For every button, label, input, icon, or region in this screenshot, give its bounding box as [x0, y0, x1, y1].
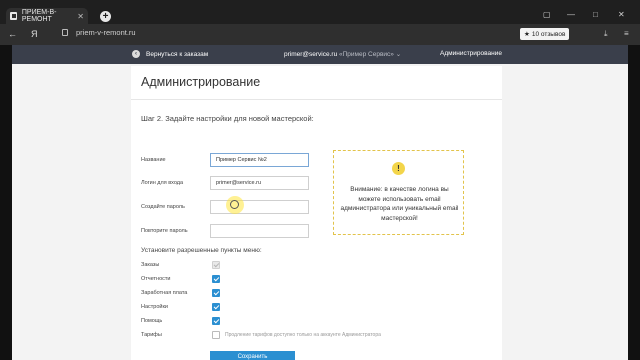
yandex-logo-icon[interactable]: Я: [31, 29, 38, 39]
login-label: Логин для входа: [141, 180, 184, 186]
warning-icon: !: [392, 162, 405, 175]
step-heading: Шаг 2. Задайте настройки для новой масте…: [141, 114, 314, 123]
url-field[interactable]: priem-v-remont.ru: [62, 28, 136, 37]
help-checkbox[interactable]: [212, 317, 220, 325]
back-arrow-icon[interactable]: ←: [8, 29, 17, 39]
left-frame: [0, 45, 12, 360]
user-account-menu[interactable]: primer@service.ru «Пример Сервис» ⌄: [284, 50, 401, 58]
top-navigation: ‹ Вернуться к заказам primer@service.ru …: [12, 45, 628, 64]
lock-icon: [62, 29, 68, 36]
settings-checkbox[interactable]: [212, 303, 220, 311]
repeat-password-input[interactable]: [210, 224, 309, 238]
back-to-orders-label: Вернуться к заказам: [146, 50, 209, 58]
reviews-badge[interactable]: ★ 10 отзывов: [520, 28, 570, 40]
page-title: Администрирование: [141, 75, 261, 89]
menu-item-label: Отчетности: [141, 276, 171, 282]
menu-icon[interactable]: ≡: [624, 29, 629, 38]
url-text: priem-v-remont.ru: [76, 28, 136, 37]
tariffs-note: Продление тарифов доступно только на акк…: [225, 332, 381, 338]
site-favicon-icon: [10, 12, 17, 20]
user-email: primer@service.ru: [284, 51, 338, 58]
chevron-left-icon: ‹: [132, 50, 140, 58]
tariffs-checkbox: [212, 331, 220, 339]
workshop-name-input[interactable]: [210, 153, 309, 167]
page: ‹ Вернуться к заказам primer@service.ru …: [0, 45, 640, 360]
menu-item-label: Заработная плата: [141, 290, 188, 296]
right-frame: [628, 45, 640, 360]
browser-tab-bar: ПРИЕМ-В-РЕМОНТ ✕ + ▢ — □ ✕: [0, 0, 640, 24]
menu-item-label: Помощь: [141, 318, 163, 324]
tab-title: ПРИЕМ-В-РЕМОНТ: [21, 9, 57, 23]
repeat-password-label: Повторите пароль: [141, 228, 188, 234]
hint-text: Внимание: в качестве логина вы можете ис…: [340, 186, 459, 222]
downloads-icon[interactable]: ⤓: [604, 29, 608, 39]
save-button[interactable]: Сохранить: [210, 351, 295, 360]
address-bar: ← Я priem-v-remont.ru ★ 10 отзывов ⤓ ≡: [0, 24, 640, 45]
card-header: Администрирование: [131, 66, 502, 100]
menu-item-label: Заказы: [141, 262, 160, 268]
service-name: «Пример Сервис»: [339, 51, 394, 58]
browser-tab[interactable]: ПРИЕМ-В-РЕМОНТ ✕: [6, 8, 88, 24]
password-input[interactable]: [210, 200, 309, 214]
close-window-button[interactable]: ✕: [618, 10, 625, 19]
login-hint-box: ! Внимание: в качестве логина вы можете …: [333, 150, 464, 235]
salary-checkbox[interactable]: [212, 289, 220, 297]
reports-checkbox[interactable]: [212, 275, 220, 283]
nav-administration-link[interactable]: Администрирование: [440, 50, 502, 57]
tab-close-icon[interactable]: ✕: [77, 12, 84, 21]
admin-card: Администрирование Шаг 2. Задайте настрой…: [131, 66, 502, 360]
mouse-cursor-icon: [230, 200, 239, 209]
chevron-down-icon: ⌄: [395, 51, 402, 58]
star-icon: ★: [524, 31, 530, 38]
maximize-button[interactable]: □: [593, 10, 598, 19]
reviews-label: 10 отзывов: [531, 30, 566, 38]
window-copy-icon[interactable]: ▢: [543, 10, 551, 19]
password-label: Создайте пароль: [141, 204, 185, 210]
login-input[interactable]: [210, 176, 309, 190]
minimize-button[interactable]: —: [567, 10, 575, 19]
new-tab-button[interactable]: +: [100, 11, 111, 22]
orders-checkbox: [212, 261, 220, 269]
menu-item-label: Настройки: [141, 304, 168, 310]
menu-item-label: Тарифы: [141, 332, 162, 338]
name-label: Название: [141, 157, 166, 163]
menu-permissions-heading: Установите разрешенные пункты меню:: [141, 247, 262, 254]
back-to-orders-link[interactable]: ‹ Вернуться к заказам: [132, 50, 208, 58]
